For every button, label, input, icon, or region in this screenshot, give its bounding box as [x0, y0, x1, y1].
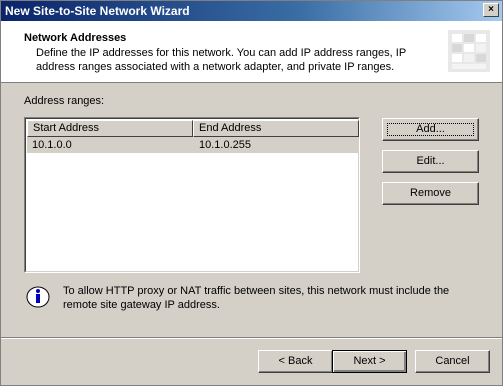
next-button[interactable]: Next >	[332, 350, 407, 373]
page-title: Network Addresses	[24, 32, 127, 44]
add-button[interactable]: Add...	[382, 118, 479, 141]
info-message: To allow HTTP proxy or NAT traffic betwe…	[63, 285, 450, 311]
wizard-graphic-icon	[448, 30, 490, 72]
wizard-header: Network Addresses Define the IP addresse…	[1, 21, 502, 83]
footer-divider	[1, 337, 502, 339]
edit-button-label: Edit...	[416, 155, 445, 167]
start-address-cell: 10.1.0.0	[32, 139, 72, 151]
back-button[interactable]: < Back	[258, 350, 333, 373]
next-button-label: Next >	[353, 355, 386, 367]
page-description: Define the IP addresses for this network…	[36, 47, 406, 73]
table-row[interactable]: 10.1.0.0 10.1.0.255	[27, 137, 358, 153]
cancel-button[interactable]: Cancel	[415, 350, 490, 373]
back-button-label: < Back	[278, 355, 313, 367]
end-address-cell: 10.1.0.255	[199, 139, 251, 151]
remove-button[interactable]: Remove	[382, 182, 479, 205]
info-icon	[26, 286, 50, 308]
edit-button[interactable]: Edit...	[382, 150, 479, 173]
address-ranges-label: Address ranges:	[24, 95, 105, 107]
window-title: New Site-to-Site Network Wizard	[5, 4, 190, 18]
column-header-start-address[interactable]: Start Address	[27, 120, 193, 137]
wizard-window: New Site-to-Site Network Wizard × Networ…	[0, 0, 503, 386]
column-header-end-address[interactable]: End Address	[193, 120, 359, 137]
remove-button-label: Remove	[410, 187, 451, 199]
cancel-button-label: Cancel	[435, 355, 470, 367]
close-button[interactable]: ×	[483, 3, 499, 17]
address-ranges-list[interactable]: Start Address End Address 10.1.0.0 10.1.…	[24, 117, 360, 273]
title-bar: New Site-to-Site Network Wizard ×	[1, 1, 502, 21]
add-button-label: Add...	[416, 123, 445, 135]
